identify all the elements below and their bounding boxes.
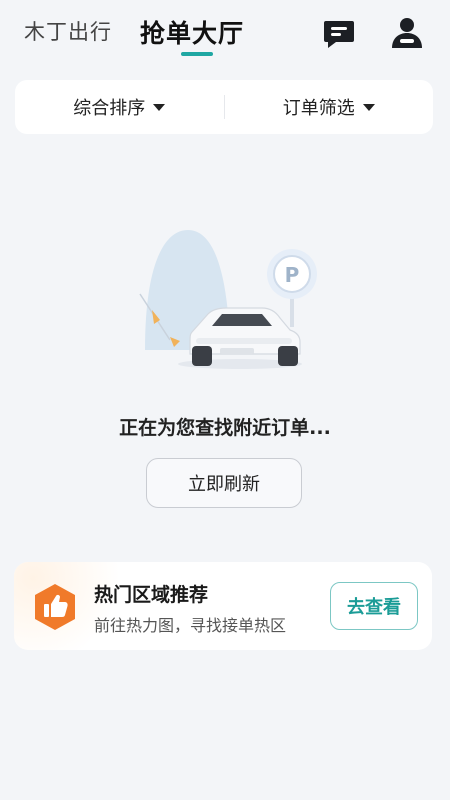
hot-area-card[interactable]: 热门区域推荐 前往热力图，寻找接单热区 去查看 — [14, 562, 432, 650]
top-header: 木丁出行 抢单大厅 — [0, 0, 450, 62]
tab-order-hall[interactable]: 抢单大厅 — [140, 14, 244, 50]
caret-down-icon — [362, 103, 375, 111]
searching-status-text: 正在为您查找附近订单... — [119, 417, 331, 439]
order-filter-dropdown[interactable]: 订单筛选 — [225, 80, 434, 134]
thumbs-up-icon — [35, 584, 75, 630]
hot-area-subtitle: 前往热力图，寻找接单热区 — [94, 616, 287, 635]
active-tab-indicator — [181, 52, 213, 56]
tab-mudingchuxing[interactable]: 木丁出行 — [24, 16, 112, 46]
sort-label: 综合排序 — [73, 98, 146, 119]
hot-area-title: 热门区域推荐 — [94, 584, 209, 606]
car-parking-illustration: P — [139, 230, 317, 369]
message-icon — [324, 21, 354, 48]
parking-sign: P — [285, 263, 300, 287]
order-filter-label: 订单筛选 — [282, 98, 355, 119]
user-button[interactable] — [388, 14, 426, 52]
refresh-button[interactable]: 立即刷新 — [146, 458, 302, 508]
filter-bar: 综合排序 订单筛选 — [15, 80, 433, 134]
view-heatmap-button[interactable]: 去查看 — [330, 582, 418, 630]
user-icon — [392, 18, 422, 48]
sort-dropdown[interactable]: 综合排序 — [15, 80, 224, 134]
order-hall-page: 木丁出行 抢单大厅 综合排序 订单筛选 P 正在为您查找附近订单... 立即刷新… — [0, 0, 450, 800]
caret-down-icon — [153, 103, 166, 111]
message-button[interactable] — [320, 14, 358, 52]
